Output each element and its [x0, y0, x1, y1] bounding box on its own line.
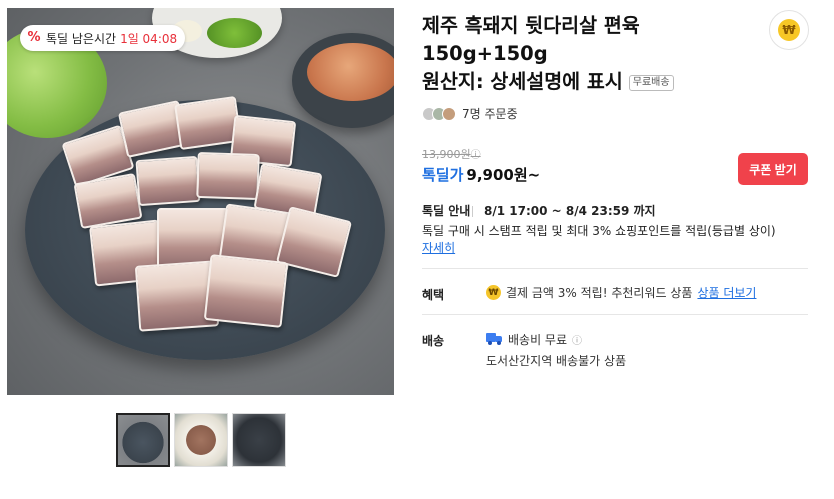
- shipping-label: 배송: [422, 334, 445, 348]
- avatar: [442, 106, 456, 121]
- deal-period: 8/1 17:00 ~ 8/4 23:59 까지: [484, 204, 656, 218]
- title-line-3-text: 원산지: 상세설명에 표시: [422, 70, 623, 93]
- truck-icon: [486, 333, 503, 345]
- deal-price-label: 톡딜가: [422, 166, 464, 184]
- benefit-label: 혜택: [422, 288, 445, 302]
- more-products-link[interactable]: 상품 더보기: [697, 284, 756, 301]
- buyer-avatars: [422, 106, 456, 121]
- title-line-3: 원산지: 상세설명에 표시 무료배송: [422, 68, 742, 96]
- shipping-fee-row: 배송비 무료 ⓘ: [486, 331, 626, 347]
- thumbnail-strip: [116, 413, 286, 467]
- greens-decor: [207, 18, 262, 48]
- buyers-row: 7명 주문중: [422, 105, 518, 122]
- meat-slice: [203, 254, 289, 328]
- title-line-1: 제주 흑돼지 뒷다리살 편육: [422, 14, 640, 37]
- original-price: 13,900원ⓘ: [422, 146, 481, 162]
- divider: [422, 314, 808, 315]
- shipping-note: 도서산간지역 배송불가 상품: [486, 354, 627, 368]
- deal-detail-link[interactable]: 자세히: [422, 240, 455, 256]
- timer-time: 1일 04:08: [120, 31, 178, 46]
- benefit-text: 결제 금액 3% 적립! 추천리워드 상품: [506, 286, 693, 300]
- timer-label: 톡딜 남은시간: [46, 31, 117, 46]
- divider: [472, 206, 473, 217]
- thumbnail-1[interactable]: [116, 413, 170, 467]
- shipping-info: 배송비 무료 ⓘ 도서산간지역 배송불가 상품: [486, 331, 626, 369]
- thumbnail-2[interactable]: [174, 413, 228, 467]
- won-coin-icon: ₩: [486, 285, 501, 300]
- deal-description: 톡딜 구매 시 스탬프 적립 및 최대 3% 쇼핑포인트를 적립(등급별 상이): [422, 224, 776, 238]
- title-line-2: 150g+150g: [422, 42, 548, 65]
- divider: [422, 268, 808, 269]
- product-main-image: % 톡딜 남은시간 1일 04:08: [7, 8, 394, 395]
- deal-timer-badge: % 톡딜 남은시간 1일 04:08: [20, 25, 186, 51]
- original-price-value: 13,900원: [422, 148, 471, 161]
- meat-slice: [135, 155, 201, 207]
- meat-slice: [196, 151, 260, 201]
- deal-info-label: 톡딜 안내: [422, 204, 471, 218]
- info-icon[interactable]: ⓘ: [471, 150, 481, 161]
- product-title: 제주 흑돼지 뒷다리살 편육 150g+150g 원산지: 상세설명에 표시 무료…: [422, 12, 742, 96]
- deal-price: 톡딜가 9,900원~: [422, 164, 540, 185]
- thumbnail-3[interactable]: [232, 413, 286, 467]
- free-shipping-badge: 무료배송: [628, 75, 674, 91]
- sauce-decor: [307, 43, 394, 101]
- won-coin-icon: ₩: [778, 19, 800, 41]
- percent-icon: %: [27, 30, 41, 45]
- info-icon[interactable]: ⓘ: [572, 332, 582, 347]
- shipping-fee: 배송비 무료: [508, 332, 568, 347]
- coupon-button[interactable]: 쿠폰 받기: [738, 153, 808, 185]
- deal-price-value: 9,900원~: [466, 166, 541, 184]
- reward-coin-button[interactable]: ₩: [769, 10, 809, 50]
- benefit-row: ₩ 결제 금액 3% 적립! 추천리워드 상품 상품 더보기: [486, 284, 756, 301]
- buyers-count: 7명 주문중: [462, 107, 518, 121]
